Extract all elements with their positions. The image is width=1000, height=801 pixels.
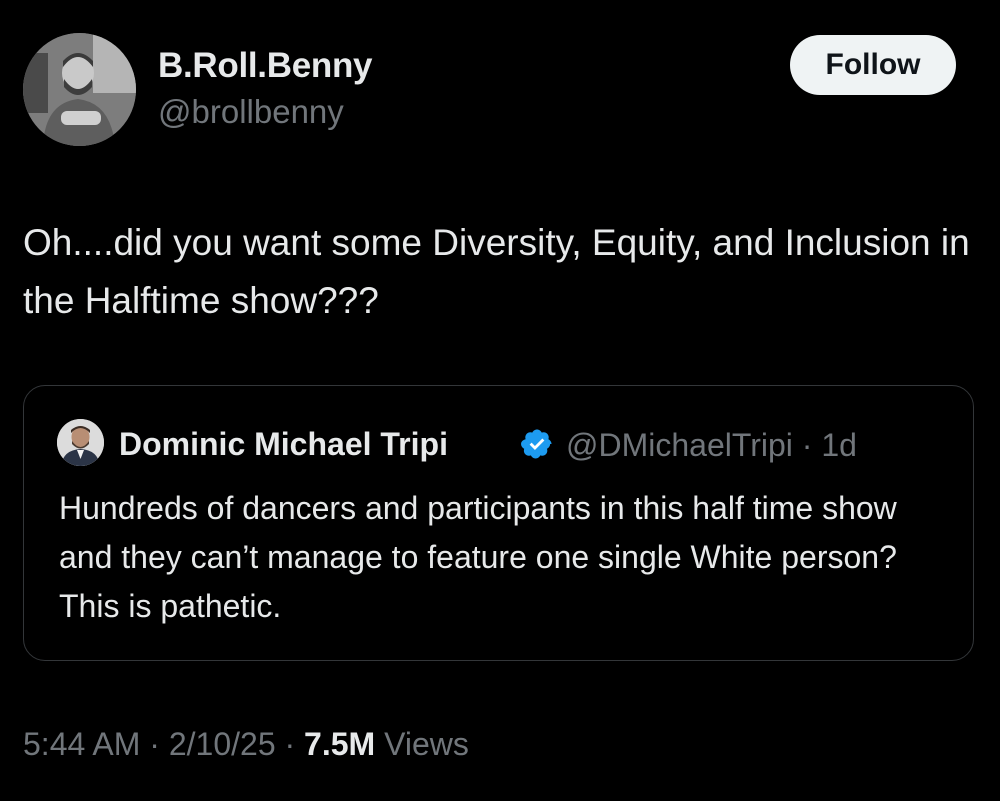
tweet-date[interactable]: 2/10/25 bbox=[169, 726, 276, 762]
views-label: Views bbox=[384, 726, 469, 762]
verified-badge-icon bbox=[521, 429, 552, 459]
author-display-name[interactable]: B.Roll.Benny bbox=[158, 46, 373, 86]
quoted-author-name[interactable]: Dominic Michael Tripi bbox=[119, 426, 448, 463]
author-avatar[interactable] bbox=[23, 33, 136, 146]
author-handle[interactable]: @brollbenny bbox=[158, 93, 344, 131]
follow-button[interactable]: Follow bbox=[790, 35, 956, 95]
quoted-tweet-age: 1d bbox=[821, 427, 857, 463]
quoted-tweet-card[interactable]: Dominic Michael Tripi @DMichaelTripi · 1… bbox=[23, 385, 974, 661]
quoted-author-handle[interactable]: @DMichaelTripi bbox=[566, 427, 793, 463]
tweet-time[interactable]: 5:44 AM bbox=[23, 726, 140, 762]
quoted-handle-line: @DMichaelTripi · 1d bbox=[566, 427, 857, 463]
quoted-avatar-photo bbox=[57, 419, 104, 466]
author-avatar-photo bbox=[23, 33, 136, 146]
views-count: 7.5M bbox=[304, 726, 376, 762]
tweet-text: Oh....did you want some Diversity, Equit… bbox=[23, 222, 970, 321]
quoted-tweet-text: Hundreds of dancers and participants in … bbox=[59, 490, 897, 624]
quoted-author-avatar[interactable] bbox=[57, 419, 104, 466]
tweet-meta: 5:44 AM · 2/10/25 · 7.5M Views bbox=[23, 726, 469, 762]
